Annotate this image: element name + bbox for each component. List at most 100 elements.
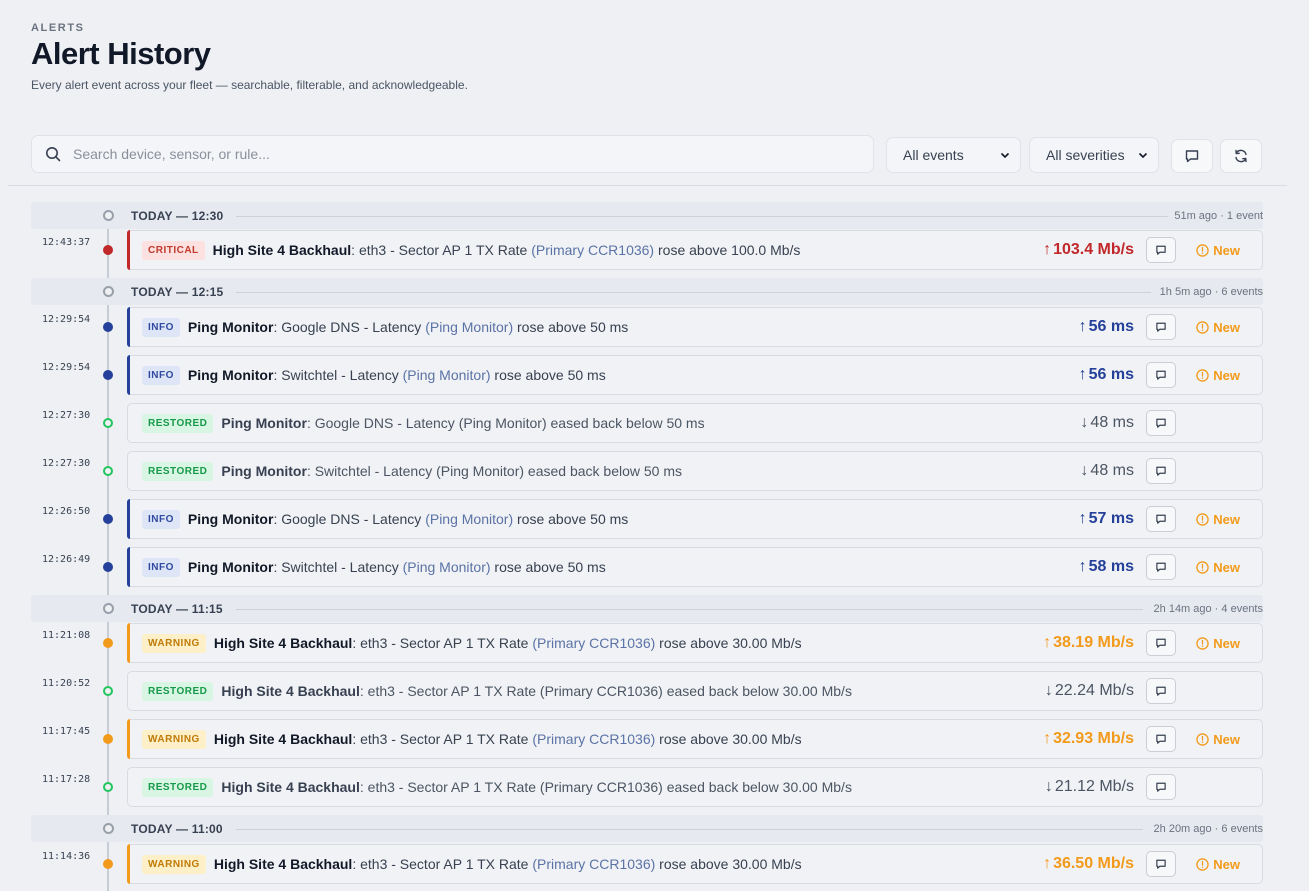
alert-row[interactable]: INFO Ping Monitor: Switchtel - Latency (P… <box>127 355 1263 395</box>
chevron-down-icon <box>1000 152 1010 159</box>
comment-button[interactable] <box>1146 774 1176 800</box>
severity-bar <box>127 844 130 884</box>
alert-value: ↑ 58 ms <box>1079 558 1134 576</box>
status-new[interactable]: New <box>1196 320 1240 335</box>
timeline-group-marker <box>103 210 114 221</box>
alert-circle-icon <box>1196 512 1209 526</box>
severity-filter-select[interactable]: All severities <box>1029 137 1159 173</box>
status-new[interactable]: New <box>1196 560 1240 575</box>
alert-row[interactable]: RESTORED Ping Monitor: Google DNS - Laten… <box>127 403 1263 443</box>
value-text: 56 ms <box>1088 318 1134 335</box>
comment-button[interactable] <box>1146 851 1176 877</box>
status-new[interactable]: New <box>1196 243 1240 258</box>
sensor-name: eth3 - Sector AP 1 TX Rate <box>360 635 529 651</box>
group-label: TODAY — 11:00 <box>131 822 223 836</box>
severity-bar <box>127 719 130 759</box>
comment-icon <box>1156 466 1166 476</box>
source-device: (Primary CCR1036) <box>532 856 656 872</box>
comment-icon <box>1156 782 1166 792</box>
alert-row[interactable]: RESTORED High Site 4 Backhaul: eth3 - Sec… <box>127 767 1263 807</box>
alert-message: Ping Monitor: Switchtel - Latency (Ping … <box>187 559 606 575</box>
alert-row[interactable]: CRITICAL High Site 4 Backhaul: eth3 - Sec… <box>127 230 1263 270</box>
comment-button[interactable] <box>1146 678 1176 704</box>
comment-icon <box>1156 514 1166 524</box>
comment-button[interactable] <box>1146 314 1176 340</box>
device-name: High Site 4 Backhaul <box>221 779 360 795</box>
refresh-button[interactable] <box>1220 139 1262 173</box>
comments-button[interactable] <box>1171 139 1213 173</box>
search-input[interactable] <box>73 146 833 162</box>
comment-button[interactable] <box>1146 410 1176 436</box>
comment-icon <box>1156 370 1166 380</box>
alert-condition: rose above 100.0 Mb/s <box>658 242 801 258</box>
status-label: New <box>1213 511 1240 527</box>
severity-bar <box>127 547 130 587</box>
group-header: TODAY — 12:15 1h 5m ago · 6 events <box>31 278 1263 305</box>
comment-button[interactable] <box>1146 458 1176 484</box>
timeline-dot <box>103 562 113 572</box>
device-name: Ping Monitor <box>221 415 307 431</box>
status-new[interactable]: New <box>1196 732 1240 747</box>
source-device: (Primary CCR1036) <box>531 242 655 258</box>
timeline-dot <box>103 686 113 696</box>
comment-button[interactable] <box>1146 506 1176 532</box>
severity-badge: RESTORED <box>142 413 214 433</box>
event-time: 12:26:49 <box>42 554 91 565</box>
comment-button[interactable] <box>1146 362 1176 388</box>
alert-condition: rose above 50 ms <box>494 367 606 383</box>
device-name: Ping Monitor <box>187 319 274 335</box>
alert-value: ↑ 38.19 Mb/s <box>1043 634 1134 652</box>
event-time: 12:27:30 <box>42 458 91 469</box>
toolbar: All events All severities <box>31 135 1263 173</box>
alert-row[interactable]: INFO Ping Monitor: Google DNS - Latency (… <box>127 307 1263 347</box>
event-time: 12:29:54 <box>42 362 91 373</box>
device-name: High Site 4 Backhaul <box>213 856 353 872</box>
device-name: Ping Monitor <box>187 511 274 527</box>
comment-icon <box>1156 686 1166 696</box>
status-new[interactable]: New <box>1196 857 1240 872</box>
status-new[interactable]: New <box>1196 512 1240 527</box>
alert-row[interactable]: INFO Ping Monitor: Google DNS - Latency (… <box>127 499 1263 539</box>
severity-bar <box>127 307 130 347</box>
alert-message: High Site 4 Backhaul: eth3 - Sector AP 1… <box>213 731 802 747</box>
arrow-up-icon: ↑ <box>1078 318 1087 335</box>
status-new[interactable]: New <box>1196 368 1240 383</box>
search-box[interactable] <box>31 135 874 173</box>
value-text: 48 ms <box>1090 462 1134 479</box>
alert-value: ↑ 36.50 Mb/s <box>1043 855 1134 873</box>
alert-row[interactable]: RESTORED High Site 4 Backhaul: eth3 - Sec… <box>127 671 1263 711</box>
arrow-down-icon: ↓ <box>1044 778 1053 795</box>
alert-value: ↓ 22.24 Mb/s <box>1045 682 1134 700</box>
alert-condition: rose above 30.00 Mb/s <box>659 856 802 872</box>
status-new[interactable]: New <box>1196 636 1240 651</box>
alert-row[interactable]: INFO Ping Monitor: Switchtel - Latency (P… <box>127 547 1263 587</box>
group-rule <box>236 292 1151 293</box>
alert-condition: rose above 30.00 Mb/s <box>659 731 802 747</box>
comment-button[interactable] <box>1146 554 1176 580</box>
comment-button[interactable] <box>1146 237 1176 263</box>
events-filter-select[interactable]: All events <box>886 137 1021 173</box>
event-time: 12:27:30 <box>42 410 91 421</box>
sensor-name: Switchtel - Latency <box>281 559 399 575</box>
comment-button[interactable] <box>1146 630 1176 656</box>
timeline-group-marker <box>103 603 114 614</box>
alert-row[interactable]: WARNING High Site 4 Backhaul: eth3 - Sect… <box>127 719 1263 759</box>
group-meta: 2h 14m ago · 4 events <box>1153 603 1263 615</box>
comment-icon <box>1156 859 1166 869</box>
alert-row[interactable]: RESTORED Ping Monitor: Switchtel - Latenc… <box>127 451 1263 491</box>
alert-condition: eased back below 50 ms <box>527 463 683 479</box>
alert-message: High Site 4 Backhaul: eth3 - Sector AP 1… <box>213 856 802 872</box>
timeline-dot <box>103 245 113 255</box>
status-label: New <box>1213 731 1240 747</box>
severity-badge: CRITICAL <box>142 240 205 260</box>
device-name: Ping Monitor <box>187 367 274 383</box>
timeline-dot <box>103 514 113 524</box>
comment-icon <box>1156 734 1166 744</box>
sensor-name: Switchtel - Latency <box>281 367 399 383</box>
comment-button[interactable] <box>1146 726 1176 752</box>
alert-row[interactable]: WARNING High Site 4 Backhaul: eth3 - Sect… <box>127 623 1263 663</box>
alert-row[interactable]: WARNING High Site 4 Backhaul: eth3 - Sect… <box>127 844 1263 884</box>
comment-icon <box>1156 418 1166 428</box>
device-name: Ping Monitor <box>187 559 274 575</box>
comment-icon <box>1156 638 1166 648</box>
